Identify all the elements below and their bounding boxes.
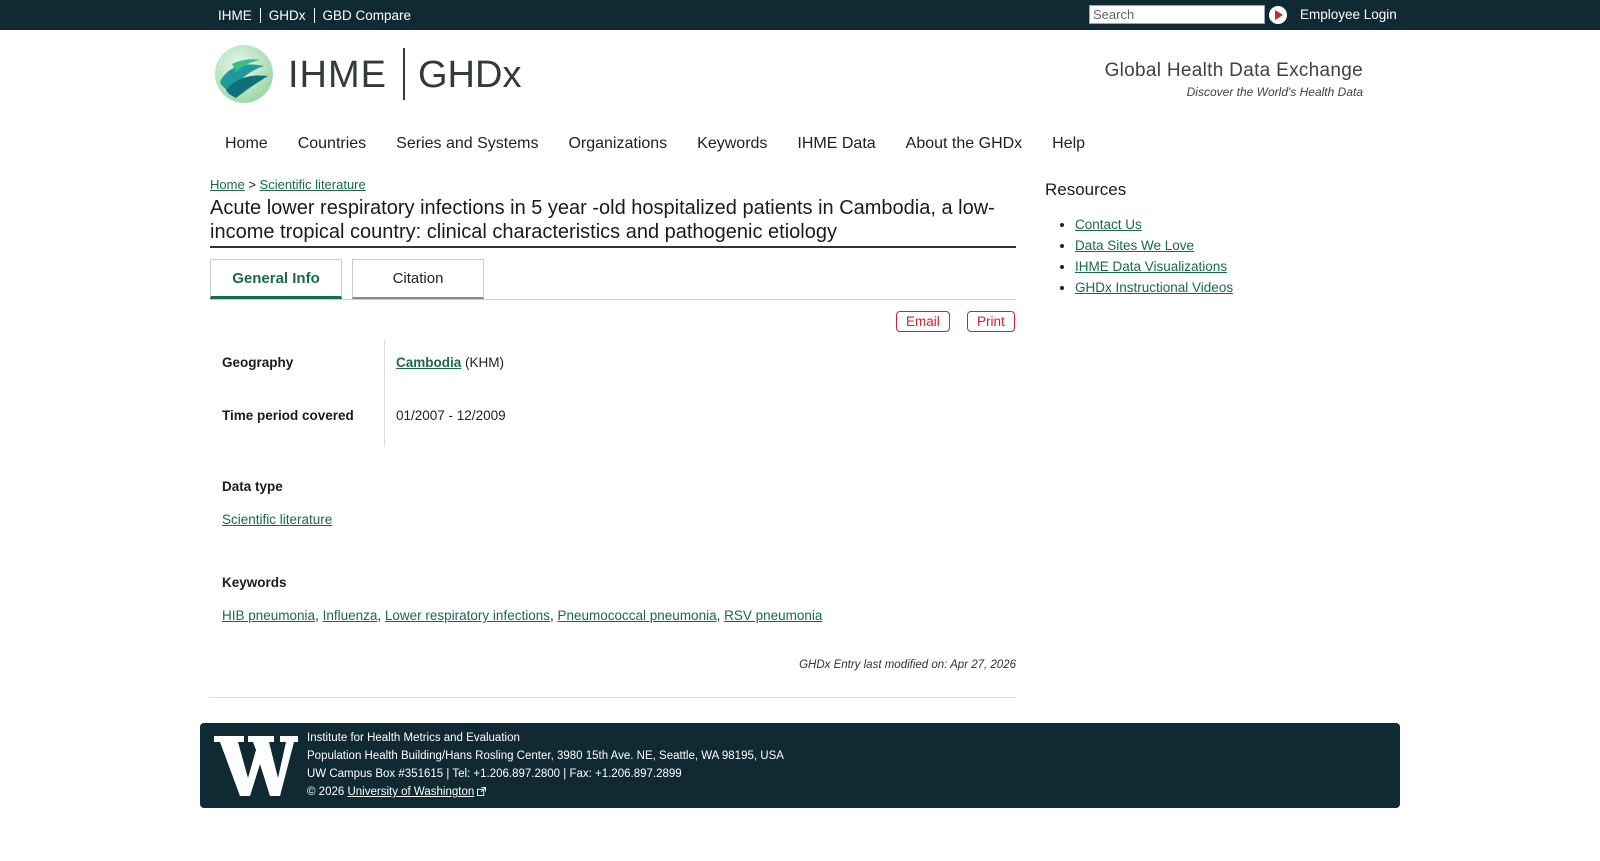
top-nav: IHME GHDx GBD Compare — [218, 0, 419, 30]
info-column-divider — [384, 340, 385, 446]
resources-title: Resources — [1045, 180, 1127, 199]
site-tagline-sub: Discover the World's Health Data — [1186, 85, 1363, 99]
geography-value: Cambodia (KHM) — [396, 355, 504, 370]
footer-address: Population Health Building/Hans Rosling … — [307, 750, 784, 762]
keyword-link[interactable]: RSV pneumonia — [724, 608, 822, 623]
keywords-label: Keywords — [222, 575, 287, 590]
keyword-link[interactable]: HIB pneumonia — [222, 608, 315, 623]
resource-contact-us[interactable]: Contact Us — [1075, 217, 1142, 232]
logo-divider — [403, 48, 405, 100]
footer-text: Institute for Health Metrics and Evaluat… — [307, 729, 784, 801]
nav-help[interactable]: Help — [1037, 130, 1100, 158]
keywords-list: HIB pneumonia, Influenza, Lower respirat… — [222, 608, 823, 623]
resource-item: Data Sites We Love — [1075, 235, 1233, 256]
nav-about-the-ghdx[interactable]: About the GHDx — [891, 130, 1038, 158]
nav-organizations[interactable]: Organizations — [553, 130, 682, 158]
keyword-link[interactable]: Pneumococcal pneumonia — [557, 608, 716, 623]
breadcrumb-current[interactable]: Scientific literature — [260, 177, 366, 192]
email-button[interactable]: Email — [896, 311, 950, 332]
breadcrumb: Home > Scientific literature — [210, 177, 366, 192]
resource-visualizations[interactable]: IHME Data Visualizations — [1075, 259, 1227, 274]
copyright-text: © 2026 — [307, 786, 345, 798]
tab-citation[interactable]: Citation — [352, 259, 484, 299]
nav-series-and-systems[interactable]: Series and Systems — [381, 130, 553, 158]
footer-contact: UW Campus Box #351615 | Tel: +1.206.897.… — [307, 768, 682, 780]
nav-home[interactable]: Home — [210, 130, 283, 158]
nav-keywords[interactable]: Keywords — [682, 130, 782, 158]
external-link-icon — [477, 787, 487, 796]
top-nav-gbd-compare[interactable]: GBD Compare — [315, 8, 420, 23]
last-modified: GHDx Entry last modified on: Apr 27, 202… — [799, 659, 1016, 671]
content-divider — [210, 697, 1016, 698]
keyword-link[interactable]: Lower respiratory infections — [385, 608, 550, 623]
footer-copyright: © 2026 University of Washington — [307, 783, 784, 801]
resources-list: Contact Us Data Sites We Love IHME Data … — [1075, 214, 1233, 298]
logo-ihme-text[interactable]: IHME — [288, 53, 387, 97]
search-submit-icon[interactable] — [1269, 6, 1287, 24]
breadcrumb-home[interactable]: Home — [210, 177, 245, 192]
search-input[interactable] — [1089, 5, 1265, 24]
data-type-link[interactable]: Scientific literature — [222, 512, 332, 527]
geography-code: (KHM) — [465, 355, 505, 370]
geography-label: Geography — [222, 355, 294, 370]
breadcrumb-separator: > — [248, 177, 256, 192]
resource-item: IHME Data Visualizations — [1075, 256, 1233, 277]
top-nav-ghdx[interactable]: GHDx — [261, 7, 315, 23]
data-type-label: Data type — [222, 479, 283, 494]
tab-bar: General Info Citation — [210, 259, 1016, 300]
page-title: Acute lower respiratory infections in 5 … — [210, 197, 1016, 248]
tab-general-info[interactable]: General Info — [210, 259, 342, 299]
time-period-label: Time period covered — [222, 408, 354, 423]
footer-org-name: Institute for Health Metrics and Evaluat… — [307, 732, 520, 744]
resource-data-sites[interactable]: Data Sites We Love — [1075, 238, 1194, 253]
nav-countries[interactable]: Countries — [283, 130, 381, 158]
main-nav: Home Countries Series and Systems Organi… — [210, 130, 1100, 158]
print-button[interactable]: Print — [967, 311, 1015, 332]
data-type-value: Scientific literature — [222, 512, 332, 527]
resource-item: Contact Us — [1075, 214, 1233, 235]
resource-item: GHDx Instructional Videos — [1075, 277, 1233, 298]
keyword-link[interactable]: Influenza — [323, 608, 378, 623]
top-nav-ihme[interactable]: IHME — [218, 7, 261, 23]
geography-link-cambodia[interactable]: Cambodia — [396, 355, 461, 370]
employee-login-link[interactable]: Employee Login — [1300, 7, 1397, 22]
uw-w-logo-icon[interactable] — [214, 736, 298, 796]
resource-videos[interactable]: GHDx Instructional Videos — [1075, 280, 1233, 295]
logo-ghdx-text[interactable]: GHDx — [418, 53, 521, 97]
site-tagline: Global Health Data Exchange — [1104, 60, 1363, 81]
uw-link[interactable]: University of Washington — [347, 786, 474, 798]
nav-ihme-data[interactable]: IHME Data — [782, 130, 890, 158]
ihme-leaf-logo-icon[interactable] — [214, 44, 274, 104]
time-period-value: 01/2007 - 12/2009 — [396, 408, 506, 423]
